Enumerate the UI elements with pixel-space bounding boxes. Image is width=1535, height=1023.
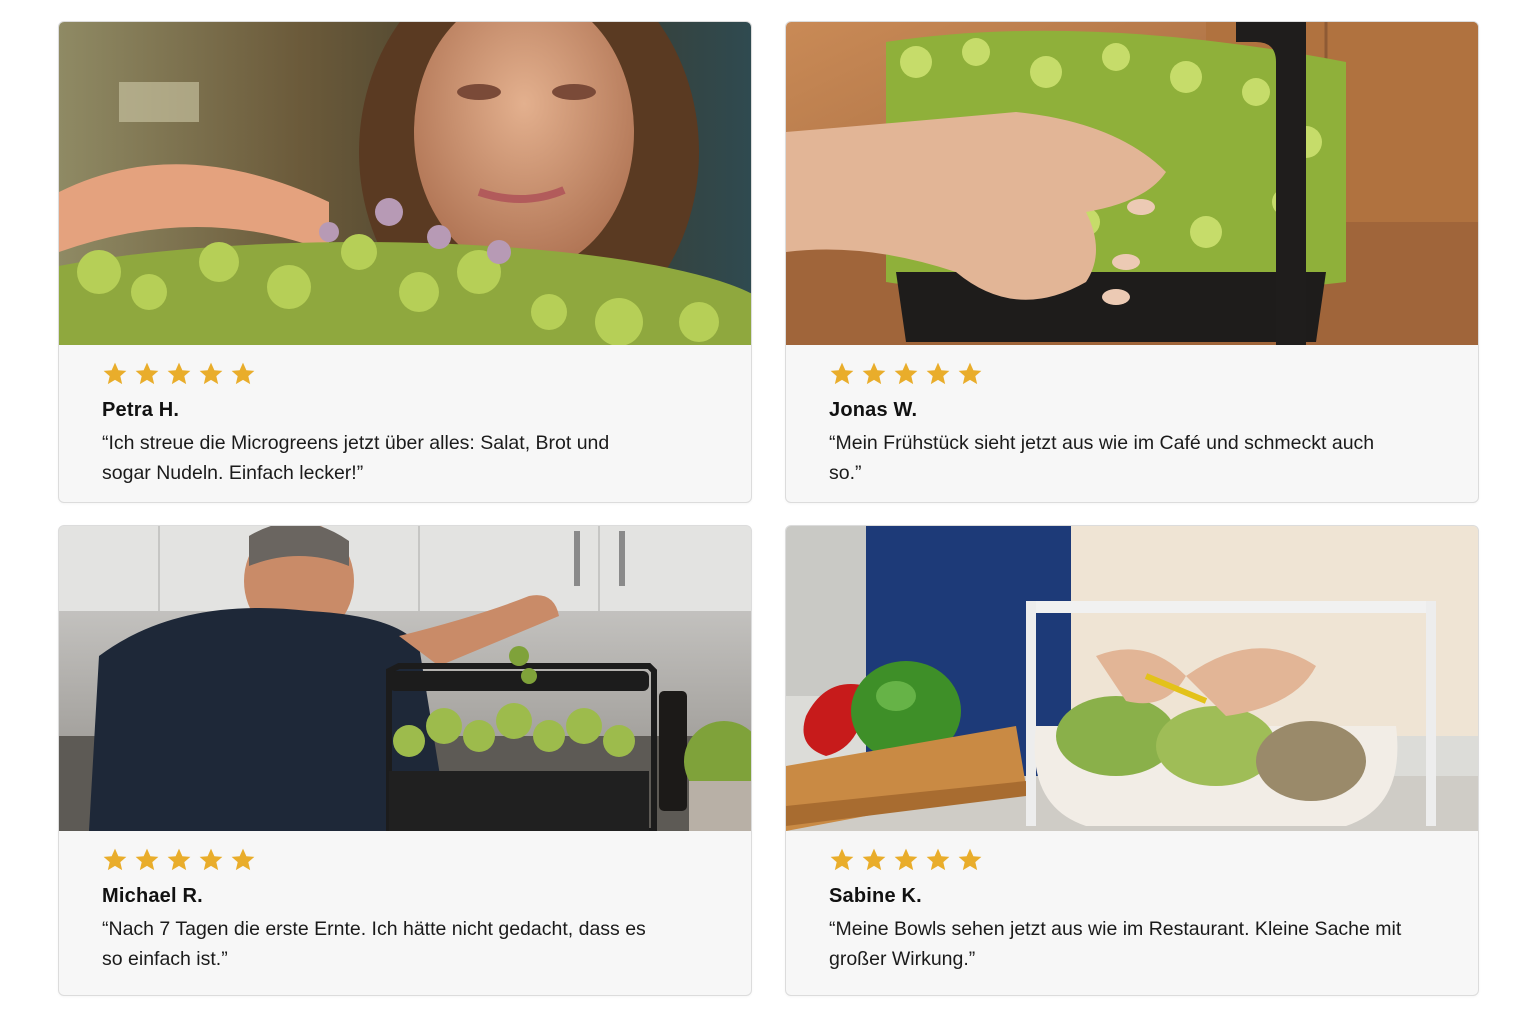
review-card-petra: Petra H. “Ich streue die Microgreens jet…	[58, 21, 752, 503]
star-icon	[926, 362, 950, 385]
reviewer-name: Michael R.	[102, 885, 203, 907]
review-card-jonas: Jonas W. “Mein Frühstück sieht jetzt aus…	[785, 21, 1479, 503]
review-body: Jonas W. “Mein Frühstück sieht jetzt aus…	[829, 360, 1438, 488]
review-quote: “Nach 7 Tagen die erste Ernte. Ich hätte…	[102, 918, 646, 970]
star-rating	[829, 846, 1438, 874]
star-icon	[231, 362, 255, 385]
review-photo-woman-microgreens	[59, 22, 751, 345]
review-body: Petra H. “Ich streue die Microgreens jet…	[102, 360, 711, 488]
reviewer-name: Jonas W.	[829, 399, 918, 421]
star-icon	[199, 362, 223, 385]
star-icon	[167, 362, 191, 385]
star-rating	[102, 846, 711, 874]
review-quote: “Mein Frühstück sieht jetzt aus wie im C…	[829, 432, 1375, 484]
reviewer-name: Sabine K.	[829, 885, 922, 907]
star-icon	[894, 362, 918, 385]
star-icon	[167, 848, 191, 871]
review-quote: “Ich streue die Microgreens jetzt über a…	[102, 432, 610, 484]
star-icon	[830, 848, 854, 871]
review-card-michael: Michael R. “Nach 7 Tagen die erste Ernte…	[58, 525, 752, 996]
review-photo-hand-microgreens-tray	[786, 22, 1478, 345]
reviewer-name: Petra H.	[102, 399, 180, 421]
star-icon	[103, 362, 127, 385]
review-photo-cutting-microgreens	[786, 526, 1478, 831]
review-quote: “Meine Bowls sehen jetzt aus wie im Rest…	[829, 918, 1402, 970]
star-icon	[135, 362, 159, 385]
star-icon	[862, 362, 886, 385]
star-icon	[862, 848, 886, 871]
star-icon	[958, 362, 982, 385]
star-icon	[830, 362, 854, 385]
review-body: Sabine K. “Meine Bowls sehen jetzt aus w…	[829, 846, 1438, 974]
star-icon	[894, 848, 918, 871]
star-rating	[102, 360, 711, 388]
star-icon	[231, 848, 255, 871]
reviews-grid: Petra H. “Ich streue die Microgreens jet…	[0, 0, 1535, 1023]
review-body: Michael R. “Nach 7 Tagen die erste Ernte…	[102, 846, 711, 974]
star-rating	[829, 360, 1438, 388]
review-card-sabine: Sabine K. “Meine Bowls sehen jetzt aus w…	[785, 525, 1479, 996]
star-icon	[926, 848, 950, 871]
star-icon	[958, 848, 982, 871]
star-icon	[199, 848, 223, 871]
star-icon	[135, 848, 159, 871]
star-icon	[103, 848, 127, 871]
review-photo-man-harvesting	[59, 526, 751, 831]
